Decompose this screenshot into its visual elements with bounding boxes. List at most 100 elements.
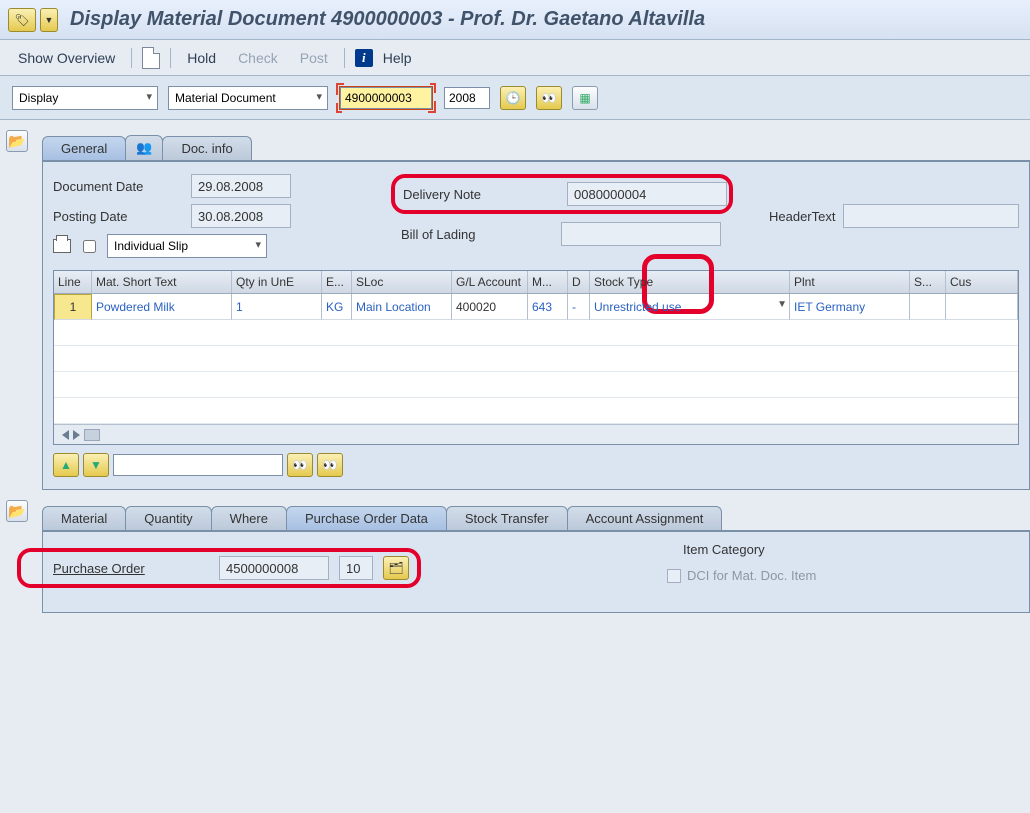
delivery-note-field: 0080000004 [567,182,727,206]
col-s[interactable]: S... [910,271,946,293]
cell-d: - [568,294,590,320]
posting-date-field: 30.08.2008 [191,204,291,228]
print-checkbox[interactable] [83,240,96,253]
binoculars-icon: 👀 [542,91,557,105]
tab-material[interactable]: Material [42,506,126,530]
chevron-down-icon[interactable]: ▼ [777,299,787,310]
col-stock-type[interactable]: Stock Type [590,271,790,293]
tab-quantity[interactable]: Quantity [125,506,211,530]
items-table-wrap: Line Mat. Short Text Qty in UnE E... SLo… [53,270,1019,445]
post-button: Post [294,50,334,66]
action-select[interactable]: Display [12,86,158,110]
layout-icon: ▦ [579,91,590,105]
col-d[interactable]: D [568,271,590,293]
table-row [54,398,1018,424]
sort-asc-button[interactable]: ▲ [53,453,79,477]
system-menu-icon: 🏷 [14,13,29,27]
folder-open-icon: 📂 [8,133,25,150]
print-icon[interactable] [53,239,71,253]
tab-account-assignment[interactable]: Account Assignment [567,506,723,530]
titlebar: 🏷 ▼ Display Material Document 4900000003… [0,0,1030,40]
collapse-header-button[interactable]: 📂 [6,130,28,152]
scroll-right-icon[interactable] [73,430,80,440]
items-table: Line Mat. Short Text Qty in UnE E... SLo… [53,270,1019,445]
tab-where[interactable]: Where [211,506,287,530]
detail-panel: 📂 Material Quantity Where Purchase Order… [0,496,1030,613]
vendor-icon: 👥 [136,140,152,155]
header-text-label: HeaderText [769,209,835,224]
cell-mat[interactable]: Powdered Milk [92,294,232,320]
col-plnt[interactable]: Plnt [790,271,910,293]
col-line[interactable]: Line [54,271,92,293]
purchase-order-item-field: 10 [339,556,373,580]
delivery-note-label: Delivery Note [397,180,567,208]
table-row[interactable]: 1 Powdered Milk 1 KG Main Location 40002… [54,294,1018,320]
document-year-input[interactable] [444,87,490,109]
table-horizontal-scrollbar[interactable] [54,424,1018,444]
col-mvt[interactable]: M... [528,271,568,293]
detail-panel-body: Purchase Order 4500000008 10 🗂 Item Cate… [42,530,1030,613]
slip-select[interactable]: Individual Slip [107,234,267,258]
find-next-button[interactable]: 👀 [317,453,343,477]
collapse-detail-button[interactable]: 📂 [6,500,28,522]
hold-button[interactable]: Hold [181,50,222,66]
cell-gl: 400020 [452,294,528,320]
tab-vendor[interactable]: 👥 [125,135,163,160]
bill-of-lading-label: Bill of Lading [391,220,561,248]
bill-of-lading-field [561,222,721,246]
divider [131,48,132,68]
cell-sloc[interactable]: Main Location [352,294,452,320]
layout-button[interactable]: ▦ [572,86,598,110]
binoculars-icon: 👀 [323,458,338,472]
cell-eun: KG [322,294,352,320]
dci-label: DCI for Mat. Doc. Item [687,568,816,583]
help-button[interactable]: Help [377,50,418,66]
find-in-table-button[interactable]: 👀 [287,453,313,477]
tab-doc-info[interactable]: Doc. info [162,136,251,160]
scroll-thumb[interactable] [84,429,100,441]
cell-mvt: 643 [528,294,568,320]
header-text-field [843,204,1019,228]
col-eun[interactable]: E... [322,271,352,293]
app-root: 🏷 ▼ Display Material Document 4900000003… [0,0,1030,813]
col-mat-short-text[interactable]: Mat. Short Text [92,271,232,293]
tab-stock-transfer[interactable]: Stock Transfer [446,506,568,530]
divider [344,48,345,68]
cell-line[interactable]: 1 [54,294,92,320]
document-flow-button[interactable]: 🗂 [383,556,409,580]
page-title: Display Material Document 4900000003 - P… [70,8,705,31]
items-header: Line Mat. Short Text Qty in UnE E... SLo… [54,271,1018,294]
system-menu-button[interactable]: 🏷 [8,8,36,32]
sort-desc-button[interactable]: ▼ [83,453,109,477]
table-row [54,372,1018,398]
col-cus[interactable]: Cus [946,271,1018,293]
dci-row: DCI for Mat. Doc. Item [667,568,816,583]
chevron-down-icon: ▼ [45,15,54,25]
document-date-label: Document Date [53,179,183,194]
execute-button[interactable]: 🕒 [500,86,526,110]
new-document-icon[interactable] [142,47,160,69]
cell-qty: 1 [232,294,322,320]
filter-input[interactable] [113,454,283,476]
col-gl[interactable]: G/L Account [452,271,528,293]
check-button: Check [232,50,284,66]
tab-purchase-order-data[interactable]: Purchase Order Data [286,506,447,530]
table-filter-bar: ▲ ▼ 👀 👀 [53,453,1019,477]
document-date-field: 29.08.2008 [191,174,291,198]
document-number-input[interactable] [340,87,432,109]
show-overview-button[interactable]: Show Overview [12,50,121,66]
col-qty[interactable]: Qty in UnE [232,271,322,293]
ref-doc-type-select[interactable]: Material Document [168,86,328,110]
system-menu-dropdown[interactable]: ▼ [40,8,58,32]
find-button[interactable]: 👀 [536,86,562,110]
cell-stock-type[interactable]: Unrestricted use ▼ [590,294,790,320]
scroll-left-icon[interactable] [62,430,69,440]
posting-date-label: Posting Date [53,209,183,224]
menubar: Show Overview Hold Check Post i Help [0,40,1030,76]
document-flow-icon: 🗂 [388,561,403,575]
col-sloc[interactable]: SLoc [352,271,452,293]
purchase-order-label[interactable]: Purchase Order [29,561,209,576]
tab-general[interactable]: General [42,136,126,160]
divider [170,48,171,68]
cell-plnt[interactable]: IET Germany [790,294,910,320]
